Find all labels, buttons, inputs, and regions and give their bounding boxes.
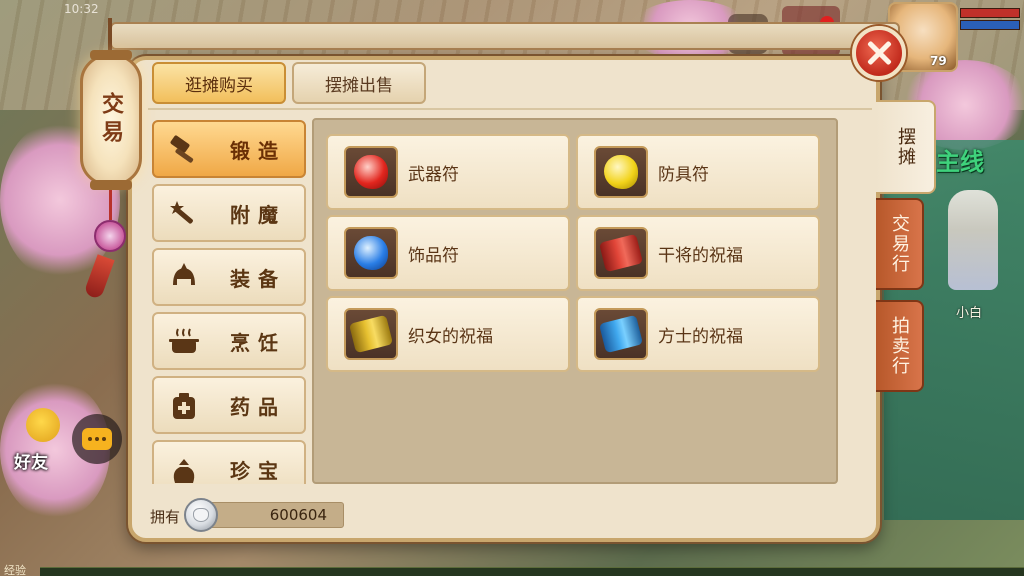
tab-stall-sell[interactable]: 摆摊出售 — [292, 62, 426, 104]
jade-charm-icon — [94, 220, 126, 252]
gold-scroll-icon — [344, 308, 398, 360]
chat-button[interactable] — [72, 414, 122, 464]
helmet-icon — [166, 260, 202, 296]
treasure-bag-icon — [166, 452, 202, 484]
item-slot[interactable]: 干将的祝福 — [576, 215, 820, 291]
lantern-cap — [90, 180, 132, 190]
owned-label: 拥有 — [150, 508, 181, 526]
friends-icon — [26, 408, 60, 442]
item-name: 防具符 — [658, 164, 709, 185]
category-label: 烹饪 — [230, 330, 286, 355]
item-slot[interactable]: 饰品符 — [326, 215, 570, 291]
category-label: 珍宝 — [230, 458, 286, 483]
lantern-title: 交易 — [83, 70, 139, 170]
item-name: 织女的祝福 — [408, 326, 493, 347]
red-scroll-icon — [594, 227, 648, 279]
close-button[interactable] — [852, 26, 906, 80]
item-name: 干将的祝福 — [658, 245, 743, 266]
item-slot[interactable]: 方士的祝福 — [576, 296, 820, 372]
lantern-title-text: 交易 — [98, 92, 124, 148]
side-tab-trade-house[interactable]: 交易行 — [876, 198, 924, 290]
hp-bar — [960, 8, 1020, 18]
status-time: 10:32 — [64, 2, 99, 16]
player-level: 79 — [930, 54, 947, 68]
tab-browse-buy[interactable]: 逛摊购买 — [152, 62, 286, 104]
silver-coin-icon — [184, 498, 218, 532]
category-label: 附魔 — [230, 202, 286, 227]
side-tab-label: 拍卖行 — [889, 316, 910, 376]
yellow-gem-icon — [594, 146, 648, 198]
category-cooking[interactable]: 烹饪 — [152, 312, 306, 370]
category-label: 药品 — [230, 394, 286, 419]
cyan-scroll-icon — [594, 308, 648, 360]
category-forge[interactable]: 锻造 — [152, 120, 306, 178]
side-tab-auction-house[interactable]: 拍卖行 — [876, 300, 924, 392]
category-sidebar[interactable]: 锻造 附魔 装备 烹饪 药品 珍宝 — [150, 118, 310, 484]
category-label: 锻造 — [230, 138, 286, 163]
currency-amount: 600604 — [206, 502, 344, 528]
hammer-icon — [166, 132, 202, 168]
item-name: 饰品符 — [408, 245, 459, 266]
item-name: 方士的祝福 — [658, 326, 743, 347]
item-slot[interactable]: 防具符 — [576, 134, 820, 210]
item-name: 武器符 — [408, 164, 459, 185]
category-enchant[interactable]: 附魔 — [152, 184, 306, 242]
cooking-pot-icon — [166, 324, 202, 360]
friends-label: 好友 — [14, 453, 48, 473]
exp-label: 经验 — [4, 564, 26, 576]
friends-button[interactable]: 好友 — [8, 408, 68, 473]
charm-cord — [109, 190, 112, 220]
category-equipment[interactable]: 装备 — [152, 248, 306, 306]
npc-character[interactable] — [948, 190, 998, 290]
item-slot[interactable]: 织女的祝福 — [326, 296, 570, 372]
main-quest-label[interactable]: 主线 — [936, 142, 984, 177]
npc-name: 小白 — [956, 306, 983, 321]
side-tab-label: 摆摊 — [895, 127, 916, 167]
lantern-cap — [90, 50, 132, 60]
item-slot[interactable]: 武器符 — [326, 134, 570, 210]
medicine-box-icon — [166, 388, 202, 424]
red-gem-icon — [344, 146, 398, 198]
side-tab-label: 交易行 — [889, 214, 910, 274]
magic-wand-icon — [166, 196, 202, 232]
tab-divider — [148, 108, 872, 110]
window-top-rail — [110, 22, 900, 50]
category-label: 装备 — [230, 266, 286, 291]
close-icon — [866, 40, 892, 66]
category-medicine[interactable]: 药品 — [152, 376, 306, 434]
mp-bar — [960, 20, 1020, 30]
blue-gem-icon — [344, 227, 398, 279]
category-treasure[interactable]: 珍宝 — [152, 440, 306, 484]
side-tab-stall[interactable]: 摆摊 — [876, 100, 936, 194]
exp-bar — [40, 567, 1024, 576]
chat-bubble-icon — [82, 428, 112, 450]
